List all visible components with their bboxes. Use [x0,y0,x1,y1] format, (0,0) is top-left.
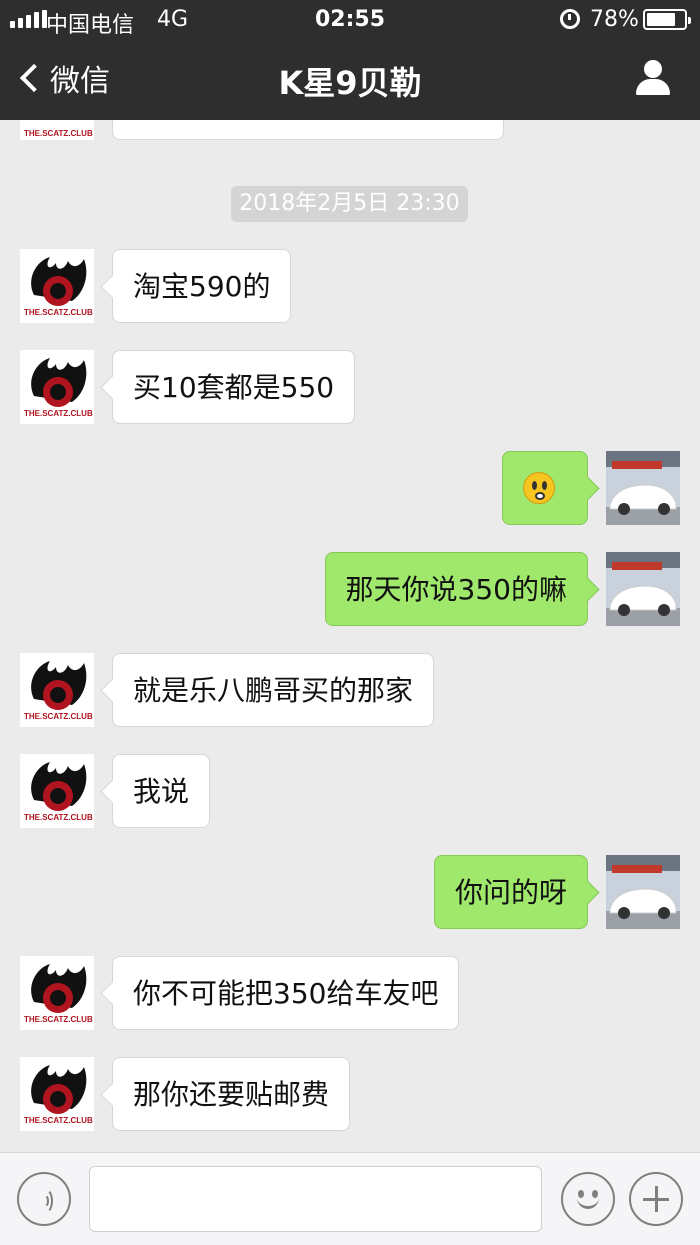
message-bubble[interactable]: 那天你说350的嘛 [324,552,588,626]
svg-text:THE.SCATZ.CLUB: THE.SCATZ.CLUB [24,409,93,418]
svg-text:THE.SCATZ.CLUB: THE.SCATZ.CLUB [24,1116,93,1125]
flushed-face-icon [523,472,555,504]
plus-icon[interactable] [629,1172,683,1226]
my-avatar[interactable] [606,552,680,626]
my-avatar[interactable] [606,855,680,929]
my-avatar[interactable] [606,451,680,525]
message-bubble[interactable]: 那你还要贴邮费 [112,1057,351,1131]
message-timestamp: 2018年2月5日 23:30 [231,186,468,222]
battery-level [647,13,676,26]
profile-icon[interactable] [634,58,672,98]
chat-area[interactable]: THE.SCATZ.CLUB 2018年2月5日 23:30 THE.SCATZ… [0,120,700,1152]
contact-avatar[interactable]: THE.SCATZ.CLUB [20,350,94,424]
message-bubble[interactable] [502,451,588,525]
svg-text:THE.SCATZ.CLUB: THE.SCATZ.CLUB [24,308,93,317]
message-bubble[interactable] [112,120,504,140]
voice-icon[interactable] [17,1172,71,1226]
contact-avatar[interactable]: THE.SCATZ.CLUB [20,754,94,828]
contact-avatar[interactable]: THE.SCATZ.CLUB [20,249,94,323]
message-bubble[interactable]: 就是乐八鹏哥买的那家 [112,653,435,727]
contact-avatar[interactable]: THE.SCATZ.CLUB [20,120,94,140]
top-bar: 中国电信 4G 02:55 78% 微信 K星9贝勒 [0,0,700,120]
battery-icon [643,9,691,30]
contact-avatar[interactable]: THE.SCATZ.CLUB [20,956,94,1030]
chat-title: K星9贝勒 [278,64,422,102]
message-bubble[interactable]: 买10套都是550 [112,350,356,424]
svg-text:THE.SCATZ.CLUB: THE.SCATZ.CLUB [24,813,93,822]
status-bar: 中国电信 4G 02:55 78% [0,0,700,40]
svg-text:THE.SCATZ.CLUB: THE.SCATZ.CLUB [24,1015,93,1024]
input-bar [0,1152,700,1245]
svg-text:THE.SCATZ.CLUB: THE.SCATZ.CLUB [24,712,93,721]
message-bubble[interactable]: 淘宝590的 [112,249,292,323]
avatar-logo-text: THE.SCATZ.CLUB [24,129,93,138]
message-bubble[interactable]: 你不可能把350给车友吧 [112,956,460,1030]
contact-avatar[interactable]: THE.SCATZ.CLUB [20,653,94,727]
alarm-icon [560,9,580,29]
battery-percent: 78% [590,7,639,32]
navigation-bar: 微信 K星9贝勒 [0,40,700,120]
message-bubble[interactable]: 你问的呀 [433,855,588,929]
contact-avatar[interactable]: THE.SCATZ.CLUB [20,1057,94,1131]
emoji-icon[interactable] [561,1172,615,1226]
message-input[interactable] [89,1166,542,1232]
message-bubble[interactable]: 我说 [112,754,211,828]
